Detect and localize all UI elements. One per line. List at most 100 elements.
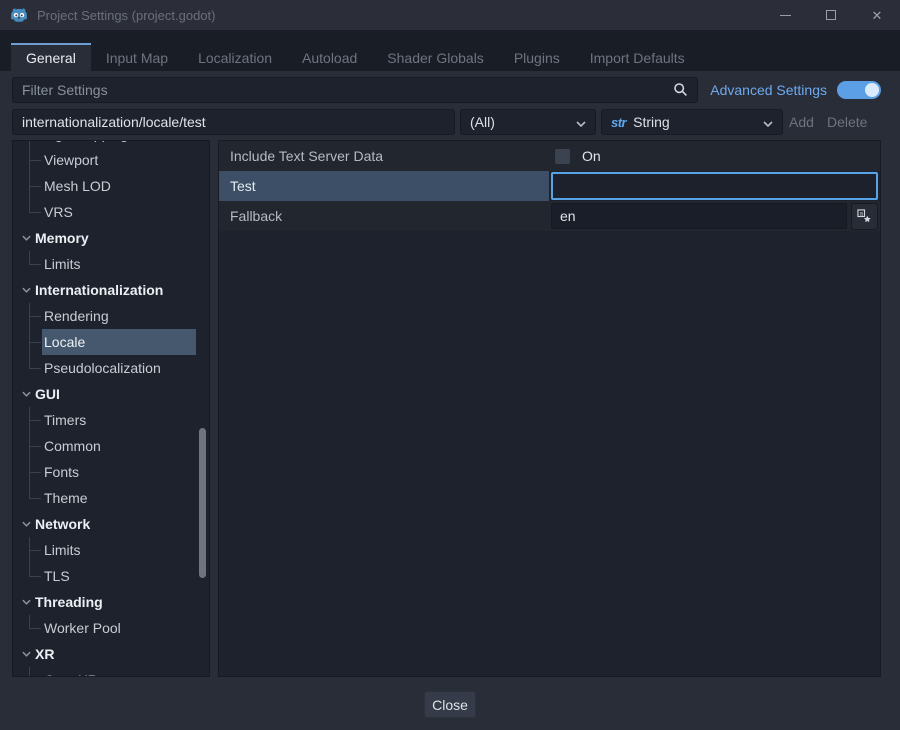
tree-item-common[interactable]: Common <box>13 433 209 459</box>
tree-item-viewport[interactable]: Viewport <box>13 147 209 173</box>
property-value-cell: a <box>549 201 880 231</box>
tree-category-internationalization[interactable]: Internationalization <box>13 277 209 303</box>
tree-category-label: Memory <box>35 230 89 246</box>
advanced-settings-toggle[interactable] <box>837 81 881 99</box>
chevron-down-icon <box>22 521 31 527</box>
tree-category-gui[interactable]: GUI <box>13 381 209 407</box>
maximize-button[interactable] <box>808 0 854 30</box>
filter-settings-input[interactable] <box>12 77 698 103</box>
tree-item-timers[interactable]: Timers <box>13 407 209 433</box>
property-label: Include Text Server Data <box>219 141 549 171</box>
tree-item-label: Fonts <box>44 464 79 480</box>
chevron-down-icon <box>22 235 31 241</box>
toggle-knob <box>865 83 879 97</box>
tree-item-openxr[interactable]: OpenXR <box>13 667 209 677</box>
tree-category-label: XR <box>35 646 54 662</box>
tree-category-label: Network <box>35 516 90 532</box>
minimize-button[interactable] <box>762 0 808 30</box>
titlebar: Project Settings (project.godot) ✕ <box>0 0 900 30</box>
delete-property-button[interactable]: Delete <box>827 109 867 135</box>
tree-item-label: Locale <box>44 334 85 350</box>
tree-item-pseudolocalization[interactable]: Pseudolocalization <box>13 355 209 381</box>
tree-item-label: VRS <box>44 204 73 220</box>
chevron-down-icon <box>22 287 31 293</box>
locale-picker-button[interactable]: a <box>851 203 878 230</box>
add-property-button[interactable]: Add <box>789 109 814 135</box>
checkbox-value-label: On <box>582 148 601 164</box>
properties-panel: Include Text Server Data On TestFallback a <box>218 140 881 677</box>
close-button[interactable]: Close <box>424 691 476 718</box>
tab-import-defaults[interactable]: Import Defaults <box>575 43 700 71</box>
tree-item-locale[interactable]: Locale <box>13 329 209 355</box>
tree-item-lightmapping[interactable]: Lightmapping <box>13 140 209 147</box>
tree-item-vrs[interactable]: VRS <box>13 199 209 225</box>
tree-item-label: Viewport <box>44 152 98 168</box>
chevron-down-icon <box>763 114 773 130</box>
property-row-fallback[interactable]: Fallback a <box>219 201 880 231</box>
chevron-down-icon <box>576 114 586 130</box>
tab-shader-globals[interactable]: Shader Globals <box>372 43 499 71</box>
tree-category-xr[interactable]: XR <box>13 641 209 667</box>
settings-tree-panel: Lightmapping Viewport Mesh LOD VRS Memory Lim… <box>12 140 210 677</box>
property-label: Fallback <box>219 201 549 231</box>
property-value-input[interactable] <box>551 172 878 200</box>
tree-item-limits[interactable]: Limits <box>13 537 209 563</box>
property-value-cell: On <box>549 141 880 171</box>
tree-item-label: Lightmapping <box>44 140 128 142</box>
tree-item-limits[interactable]: Limits <box>13 251 209 277</box>
tab-input-map[interactable]: Input Map <box>91 43 183 71</box>
close-icon: ✕ <box>872 9 883 22</box>
tree-item-label: Worker Pool <box>44 620 121 636</box>
project-settings-window: Project Settings (project.godot) ✕ Gener… <box>0 0 900 730</box>
tree-item-label: Rendering <box>44 308 109 324</box>
tree-item-label: Mesh LOD <box>44 178 111 194</box>
tree-item-label: OpenXR <box>44 672 98 677</box>
feature-filter-select[interactable]: (All) <box>460 109 596 135</box>
tree-category-memory[interactable]: Memory <box>13 225 209 251</box>
property-row-include-text-server-data[interactable]: Include Text Server Data On <box>219 141 880 171</box>
type-select[interactable]: str String <box>601 109 783 135</box>
close-window-button[interactable]: ✕ <box>854 0 900 30</box>
tree-item-fonts[interactable]: Fonts <box>13 459 209 485</box>
chevron-down-icon <box>22 391 31 397</box>
tree-item-label: Common <box>44 438 101 454</box>
search-icon <box>673 82 688 102</box>
chevron-down-icon <box>22 599 31 605</box>
tree-category-label: Internationalization <box>35 282 163 298</box>
chevron-down-icon <box>22 651 31 657</box>
tree-item-rendering[interactable]: Rendering <box>13 303 209 329</box>
property-name-input[interactable] <box>12 109 455 135</box>
tree-item-label: Limits <box>44 256 81 272</box>
feature-filter-value: (All) <box>470 114 495 130</box>
tab-plugins[interactable]: Plugins <box>499 43 575 71</box>
type-value: String <box>633 114 670 130</box>
tab-autoload[interactable]: Autoload <box>287 43 372 71</box>
tree-item-label: Theme <box>44 490 88 506</box>
maximize-icon <box>826 10 836 20</box>
tree-category-network[interactable]: Network <box>13 511 209 537</box>
tab-localization[interactable]: Localization <box>183 43 287 71</box>
tree-category-threading[interactable]: Threading <box>13 589 209 615</box>
string-type-icon: str <box>611 115 626 130</box>
tree-item-tls[interactable]: TLS <box>13 563 209 589</box>
godot-logo-icon <box>10 6 28 24</box>
property-row-test[interactable]: Test <box>219 171 880 201</box>
locale-picker-icon: a <box>857 209 872 224</box>
advanced-settings-label: Advanced Settings <box>710 82 827 98</box>
tab-general[interactable]: General <box>11 43 91 71</box>
tree-scrollbar[interactable] <box>199 428 206 578</box>
minimize-icon <box>780 15 791 16</box>
tree-item-label: Pseudolocalization <box>44 360 161 376</box>
tree-item-label: Timers <box>44 412 86 428</box>
property-value-cell <box>549 171 880 201</box>
tree-item-theme[interactable]: Theme <box>13 485 209 511</box>
window-title: Project Settings (project.godot) <box>37 8 215 23</box>
tree-item-label: TLS <box>44 568 70 584</box>
tree-item-worker-pool[interactable]: Worker Pool <box>13 615 209 641</box>
tab-bar: GeneralInput MapLocalizationAutoloadShad… <box>0 30 900 71</box>
tree-item-mesh-lod[interactable]: Mesh LOD <box>13 173 209 199</box>
tree-item-label: Limits <box>44 542 81 558</box>
checkbox[interactable] <box>555 149 570 164</box>
property-label: Test <box>219 171 549 201</box>
property-value-input[interactable] <box>551 203 847 229</box>
